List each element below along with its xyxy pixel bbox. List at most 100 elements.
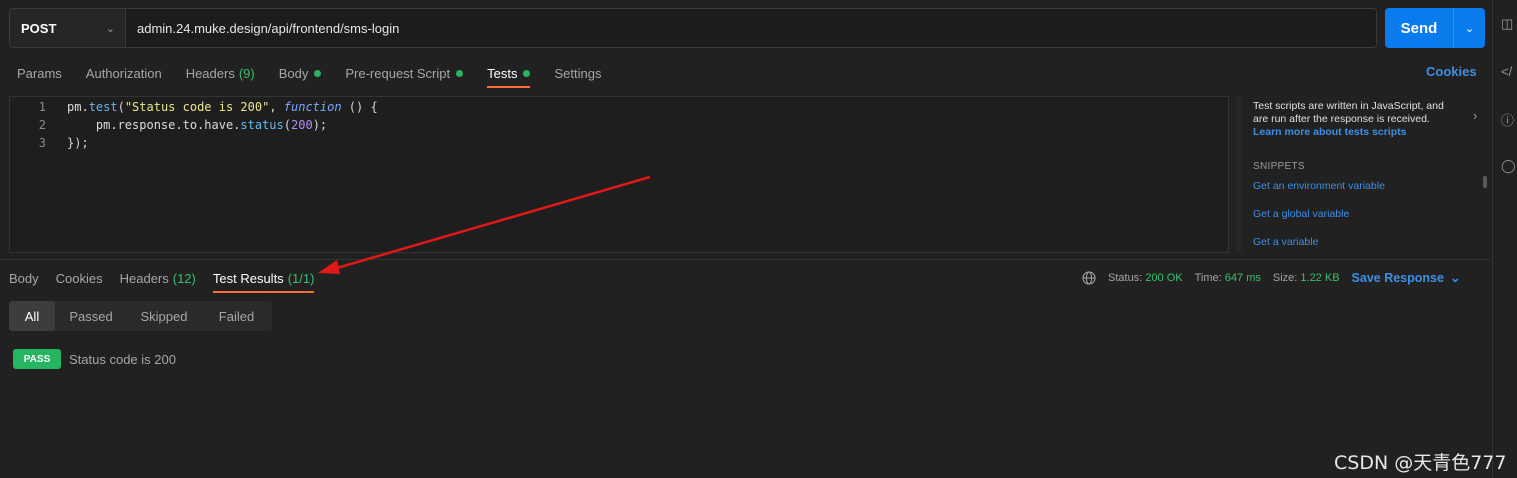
code-token: status	[240, 118, 284, 132]
filter-failed[interactable]: Failed	[201, 301, 272, 331]
tab-label: Headers	[119, 270, 169, 286]
tab-params[interactable]: Params	[17, 58, 62, 88]
code-text: });	[67, 136, 89, 150]
chevron-right-icon[interactable]: ›	[1473, 108, 1477, 123]
tab-label: Authorization	[85, 65, 162, 81]
code-token: pm.	[67, 100, 89, 114]
snippets-scrollbar[interactable]	[1483, 176, 1487, 188]
tab-body[interactable]: Body	[279, 58, 322, 88]
chevron-down-icon: ⌄	[1449, 271, 1461, 285]
tab-label: Body	[9, 270, 39, 286]
tab-authorization[interactable]: Authorization	[86, 58, 162, 88]
tab-label: Cookies	[55, 270, 103, 286]
learn-more-link[interactable]: Learn more about tests scripts	[1253, 126, 1458, 139]
method-label: POST	[21, 20, 57, 36]
pass-badge: PASS	[13, 349, 61, 369]
size-label: Size:	[1272, 271, 1298, 284]
watermark: CSDN @天青色777	[1334, 452, 1507, 474]
cookies-link[interactable]: Cookies	[1426, 64, 1477, 79]
snippet-item[interactable]: Get a global variable	[1253, 208, 1349, 220]
snippets-description: Test scripts are written in JavaScript, …	[1253, 100, 1444, 125]
save-response-label: Save Response	[1351, 270, 1444, 285]
tab-test-results[interactable]: Test Results (1/1)	[212, 263, 315, 293]
time-value: 647 ms	[1224, 271, 1261, 284]
right-sidebar: ◫ </ ⓘ ◯	[1492, 0, 1517, 478]
tab-count: (1/1)	[287, 270, 315, 286]
filter-all[interactable]: All	[9, 301, 55, 331]
code-line: 1 pm.test("Status code is 200", function…	[10, 98, 378, 116]
tab-label: Settings	[554, 65, 602, 81]
tab-settings[interactable]: Settings	[554, 58, 601, 88]
send-button-group: Send ⌄	[1385, 8, 1485, 48]
code-token: pm.response.to.have.	[95, 118, 241, 132]
method-select[interactable]: POST ⌄	[10, 9, 126, 47]
snippet-item[interactable]: Get an environment variable	[1253, 180, 1385, 192]
code-token: (	[117, 100, 125, 114]
filter-passed[interactable]: Passed	[55, 301, 127, 331]
line-number: 1	[38, 100, 46, 114]
tab-tests[interactable]: Tests	[487, 58, 531, 88]
tab-label: Test Results	[212, 270, 284, 286]
request-tabs: Params Authorization Headers (9) Body Pre…	[17, 58, 601, 88]
url-input[interactable]: admin.24.muke.design/api/frontend/sms-lo…	[126, 9, 1376, 47]
snippets-heading: SNIPPETS	[1253, 161, 1305, 172]
send-options-button[interactable]: ⌄	[1453, 8, 1485, 48]
editor-scrollbar[interactable]	[1236, 96, 1242, 253]
code-text: pm.test("Status code is 200", function (…	[67, 100, 378, 114]
code-token: 200	[291, 118, 313, 132]
tab-pre-request-script[interactable]: Pre-request Script	[345, 58, 464, 88]
code-line: 3 });	[10, 134, 89, 152]
tab-count: (9)	[238, 65, 255, 81]
response-tabs: Body Cookies Headers (12) Test Results (1/…	[9, 263, 314, 293]
code-token: () {	[341, 100, 378, 114]
code-token: "Status code is 200"	[124, 100, 270, 114]
arrow-head	[318, 260, 340, 274]
tab-response-cookies[interactable]: Cookies	[56, 263, 103, 293]
code-token: ,	[269, 100, 284, 114]
tab-label: Headers	[185, 65, 235, 81]
documentation-icon[interactable]: ◫	[1501, 16, 1513, 32]
code-icon[interactable]: </	[1501, 64, 1512, 79]
status-dot-icon	[314, 69, 322, 77]
snippet-item[interactable]: Get a variable	[1253, 236, 1318, 248]
code-editor[interactable]: 1 pm.test("Status code is 200", function…	[9, 96, 1229, 253]
code-token: );	[312, 118, 328, 132]
tab-headers[interactable]: Headers (9)	[186, 58, 255, 88]
lightbulb-icon[interactable]: ◯	[1501, 158, 1516, 174]
chevron-down-icon: ⌄	[105, 22, 115, 35]
tab-label: Pre-request Script	[345, 65, 451, 81]
size-value: 1.22 KB	[1300, 271, 1340, 284]
panel-divider[interactable]	[0, 259, 1490, 260]
line-number: 2	[38, 118, 46, 132]
result-filters: All Passed Skipped Failed	[9, 301, 272, 331]
status-info[interactable]: Status: 200 OK	[1108, 272, 1183, 284]
chevron-down-icon: ⌄	[1464, 22, 1475, 35]
code-line: 2 pm.response.to.have.status(200);	[10, 116, 327, 134]
snippets-panel: Test scripts are written in JavaScript, …	[1245, 96, 1490, 253]
send-button[interactable]: Send	[1385, 8, 1453, 48]
status-label: Status:	[1108, 271, 1143, 284]
save-response-button[interactable]: Save Response ⌄	[1351, 270, 1461, 286]
globe-icon[interactable]	[1082, 270, 1096, 285]
tab-label: Body	[278, 65, 309, 81]
response-meta: Status: 200 OK Time: 647 ms Size: 1.22 K…	[1082, 270, 1460, 285]
tab-label: Params	[17, 65, 62, 81]
code-token: test	[88, 100, 118, 114]
line-number: 3	[38, 136, 46, 150]
code-token: function	[283, 100, 342, 114]
status-value: 200 OK	[1145, 271, 1183, 284]
filter-skipped[interactable]: Skipped	[127, 301, 201, 331]
code-token: (	[283, 118, 291, 132]
tab-label: Tests	[487, 65, 518, 81]
request-bar: POST ⌄ admin.24.muke.design/api/frontend…	[9, 8, 1377, 48]
info-icon[interactable]: ⓘ	[1501, 110, 1514, 129]
time-label: Time:	[1194, 271, 1222, 284]
code-text: pm.response.to.have.status(200);	[67, 118, 327, 132]
status-dot-icon	[523, 69, 531, 77]
size-info[interactable]: Size: 1.22 KB	[1273, 272, 1340, 284]
time-info[interactable]: Time: 647 ms	[1195, 272, 1261, 284]
tab-response-headers[interactable]: Headers (12)	[120, 263, 196, 293]
tab-response-body[interactable]: Body	[9, 263, 39, 293]
status-dot-icon	[456, 69, 464, 77]
